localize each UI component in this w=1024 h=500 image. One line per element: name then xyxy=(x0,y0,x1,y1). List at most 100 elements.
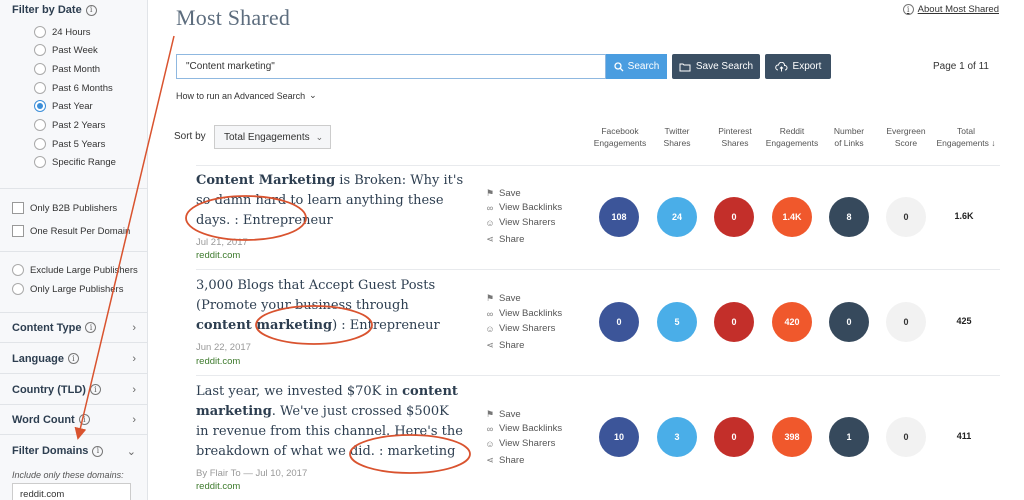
search-button[interactable]: Search xyxy=(606,54,667,79)
twitter-shares-stat: 3 xyxy=(657,417,697,457)
number-of-links-stat[interactable]: 1 xyxy=(829,417,869,457)
result-domain[interactable]: reddit.com xyxy=(196,481,240,492)
share-action[interactable]: ⋖ Share xyxy=(485,340,524,351)
radio-icon[interactable] xyxy=(34,44,46,56)
exclude-large-publishers-radio[interactable]: Exclude Large Publishers xyxy=(12,264,138,276)
facebook-engagements-stat: 10 xyxy=(599,417,639,457)
save-action[interactable]: ⚑ Save xyxy=(485,293,521,304)
radio-icon[interactable] xyxy=(34,119,46,131)
result-title[interactable]: Last year, we invested $70K in content m… xyxy=(196,382,464,462)
result-domain[interactable]: reddit.com xyxy=(196,250,240,261)
radio-icon[interactable] xyxy=(12,283,24,295)
page-title: Most Shared xyxy=(176,5,291,30)
bookmark-icon: ⚑ xyxy=(485,188,495,198)
pinterest-shares-stat: 0 xyxy=(714,197,754,237)
column-header-links: Number of Links xyxy=(833,126,865,148)
chevron-down-icon: ⌄ xyxy=(126,445,136,458)
content-type-section[interactable]: Content Type i › xyxy=(0,313,148,343)
sort-by-label: Sort by xyxy=(174,131,206,142)
share-action[interactable]: ⋖ Share xyxy=(485,234,524,245)
chevron-right-icon: › xyxy=(132,352,136,365)
info-icon[interactable]: i xyxy=(92,445,104,457)
info-icon[interactable]: i xyxy=(85,322,97,333)
sort-by-select[interactable]: Total Engagements ⌄ xyxy=(214,125,331,149)
date-option-past-year[interactable]: Past Year xyxy=(34,100,93,112)
advanced-search-link[interactable]: How to run an Advanced Search ⌄ xyxy=(176,90,317,101)
info-icon[interactable]: i xyxy=(78,414,90,425)
reddit-engagements-stat: 1.4K xyxy=(772,197,812,237)
view-sharers-action[interactable]: ☺ View Sharers xyxy=(485,438,555,449)
view-backlinks-action[interactable]: ∞ View Backlinks xyxy=(485,308,562,319)
search-input[interactable]: "Content marketing" xyxy=(176,54,606,79)
result-author-date: By Flair To — Jul 10, 2017 xyxy=(196,468,308,479)
info-icon[interactable]: i xyxy=(85,4,97,16)
share-icon: ⋖ xyxy=(486,234,494,244)
folder-icon xyxy=(679,63,691,71)
word-count-section[interactable]: Word Count i › xyxy=(0,405,148,435)
include-domains-label: Include only these domains: xyxy=(12,470,124,480)
facebook-engagements-stat: 0 xyxy=(599,302,639,342)
filter-domains-section[interactable]: Filter Domains i ⌄ xyxy=(0,436,148,466)
date-option-specific-range[interactable]: Specific Range xyxy=(34,156,116,168)
date-option-past-5-years[interactable]: Past 5 Years xyxy=(34,138,105,150)
save-search-button[interactable]: Save Search xyxy=(672,54,760,79)
number-of-links-stat[interactable]: 8 xyxy=(829,197,869,237)
divider xyxy=(0,188,148,189)
info-icon[interactable]: i xyxy=(67,353,79,364)
export-button[interactable]: Export xyxy=(765,54,831,79)
date-option-past-month[interactable]: Past Month xyxy=(34,63,100,75)
radio-icon[interactable] xyxy=(34,138,46,150)
column-header-facebook: Facebook Engagements xyxy=(593,126,647,148)
only-b2b-publishers-checkbox[interactable]: Only B2B Publishers xyxy=(12,202,117,214)
date-option-past-2-years[interactable]: Past 2 Years xyxy=(34,119,105,131)
chevron-right-icon: › xyxy=(132,383,136,396)
person-icon: ☺ xyxy=(485,438,495,449)
one-result-per-domain-checkbox[interactable]: One Result Per Domain xyxy=(12,225,130,237)
date-option-24-hours[interactable]: 24 Hours xyxy=(34,26,91,38)
view-sharers-action[interactable]: ☺ View Sharers xyxy=(485,217,555,228)
checkbox-icon[interactable] xyxy=(12,225,24,237)
about-most-shared-link[interactable]: i About Most Shared xyxy=(902,4,999,15)
evergreen-score-stat: 0 xyxy=(886,302,926,342)
view-sharers-action[interactable]: ☺ View Sharers xyxy=(485,323,555,334)
checkbox-icon[interactable] xyxy=(12,202,24,214)
date-option-past-week[interactable]: Past Week xyxy=(34,44,98,56)
info-icon[interactable]: i xyxy=(89,384,101,395)
save-action[interactable]: ⚑ Save xyxy=(485,188,521,199)
row-divider xyxy=(196,165,1000,166)
filter-by-date-heading: Filter by Date i xyxy=(12,4,97,16)
result-date: Jul 21, 2017 xyxy=(196,237,248,248)
view-backlinks-action[interactable]: ∞ View Backlinks xyxy=(485,202,562,213)
result-title[interactable]: 3,000 Blogs that Accept Guest Posts (Pro… xyxy=(196,276,464,336)
person-icon: ☺ xyxy=(485,323,495,334)
twitter-shares-stat: 5 xyxy=(657,302,697,342)
column-header-twitter: Twitter Shares xyxy=(663,126,691,148)
share-icon: ⋖ xyxy=(486,340,494,350)
view-backlinks-action[interactable]: ∞ View Backlinks xyxy=(485,423,562,434)
only-large-publishers-radio[interactable]: Only Large Publishers xyxy=(12,283,123,295)
date-option-past-6-months[interactable]: Past 6 Months xyxy=(34,82,113,94)
bookmark-icon: ⚑ xyxy=(485,409,495,419)
radio-icon[interactable] xyxy=(34,82,46,94)
share-action[interactable]: ⋖ Share xyxy=(485,455,524,466)
result-title[interactable]: Content Marketing is Broken: Why it's so… xyxy=(196,171,464,231)
reddit-engagements-stat: 420 xyxy=(772,302,812,342)
total-engagements: 411 xyxy=(956,431,972,441)
radio-icon[interactable] xyxy=(12,264,24,276)
language-section[interactable]: Language i › xyxy=(0,344,148,374)
country-tld-section[interactable]: Country (TLD) i › xyxy=(0,375,148,405)
column-header-total[interactable]: Total Engagements ↓ xyxy=(934,125,998,149)
column-header-evergreen: Evergreen Score xyxy=(886,126,926,148)
facebook-engagements-stat: 108 xyxy=(599,197,639,237)
result-domain[interactable]: reddit.com xyxy=(196,356,240,367)
divider xyxy=(0,251,148,252)
number-of-links-stat[interactable]: 0 xyxy=(829,302,869,342)
row-divider xyxy=(196,375,1000,376)
domain-filter-input[interactable]: reddit.com xyxy=(12,483,131,500)
save-action[interactable]: ⚑ Save xyxy=(485,409,521,420)
radio-icon[interactable] xyxy=(34,156,46,168)
column-header-pinterest: Pinterest Shares xyxy=(718,126,752,148)
radio-icon[interactable] xyxy=(34,63,46,75)
radio-icon[interactable] xyxy=(34,26,46,38)
radio-selected-icon[interactable] xyxy=(34,100,46,112)
